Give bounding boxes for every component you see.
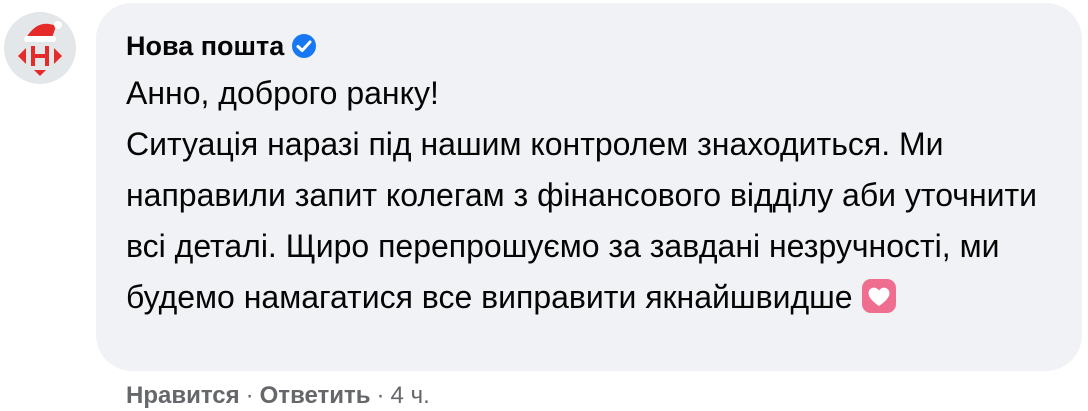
timestamp[interactable]: 4 ч. <box>391 382 430 409</box>
avatar[interactable] <box>4 12 76 84</box>
comment-bubble: Нова пошта Анно, доброго ранку! Ситуація… <box>96 3 1082 371</box>
like-button[interactable]: Нравится <box>126 382 240 409</box>
separator: · <box>376 382 385 409</box>
separator: · <box>245 382 254 409</box>
comment-text: Анно, доброго ранку! Ситуація наразі під… <box>126 68 1052 323</box>
comment: Нова пошта Анно, доброго ранку! Ситуація… <box>0 0 1088 411</box>
author-row: Нова пошта <box>126 27 1052 65</box>
nova-poshta-logo-icon <box>4 12 76 84</box>
heart-icon <box>861 278 897 314</box>
author-name[interactable]: Нова пошта <box>126 27 284 65</box>
reply-button[interactable]: Ответить <box>260 382 371 409</box>
comment-body: Анно, доброго ранку! Ситуація наразі під… <box>126 75 1038 315</box>
comment-actions: Нравится · Ответить · 4 ч. <box>126 381 430 411</box>
verified-badge-icon <box>290 32 318 60</box>
